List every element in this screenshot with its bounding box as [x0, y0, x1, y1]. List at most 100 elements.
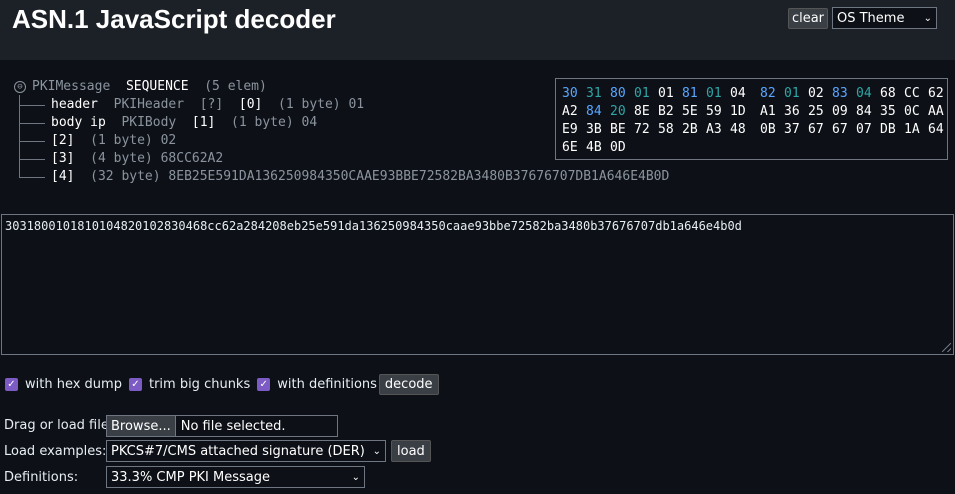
node-tag: [3]	[51, 151, 75, 166]
node-value: 68CC62A2	[160, 151, 224, 166]
examples-select[interactable]: PKCS#7/CMS attached signature (DER) ⌄	[106, 440, 386, 462]
hex-byte: 67	[832, 122, 848, 137]
hex-byte: 84	[586, 104, 602, 119]
hex-dump-checkbox[interactable]: ✓	[5, 377, 18, 391]
hex-byte: CC	[904, 86, 920, 101]
hex-byte: 58	[658, 122, 674, 137]
hex-byte: 68	[880, 86, 896, 101]
hex-byte: 72	[634, 122, 650, 137]
node-name: header	[51, 97, 98, 112]
node-tag: [4]	[51, 169, 75, 184]
hex-byte: 01	[784, 86, 800, 101]
hex-byte: 8E	[634, 104, 650, 119]
hex-byte: 67	[808, 122, 824, 137]
hex-byte: A1	[760, 104, 776, 119]
chevron-down-icon: ⌄	[923, 12, 932, 24]
node-name: body ip	[51, 115, 106, 130]
definitions-checkbox[interactable]: ✓	[257, 377, 271, 391]
hex-byte: 6E	[562, 140, 578, 155]
hex-byte: 04	[856, 86, 872, 101]
hex-byte: 1A	[904, 122, 920, 137]
node-info: (4 byte)	[90, 151, 153, 166]
hex-byte: 01	[658, 86, 674, 101]
node-type: PKIBody	[121, 115, 177, 130]
hex-byte: 04	[730, 86, 746, 101]
definitions-select[interactable]: 33.3% CMP PKI Message ⌄	[106, 466, 365, 488]
hex-byte: 0D	[610, 140, 626, 155]
decode-button[interactable]: decode	[378, 373, 439, 395]
hex-byte: 09	[832, 104, 848, 119]
hex-byte: 80	[610, 86, 626, 101]
node-extra: [?]	[199, 97, 224, 112]
hex-byte: BE	[610, 122, 626, 137]
file-status: No file selected.	[180, 418, 286, 434]
hex-row: A2 84 20 8E B2 5E 59 1D A1 36 25 09 84 35 0C AA	[562, 103, 947, 121]
node-value: 02	[160, 133, 177, 148]
trim-chunks-label: trim big chunks	[148, 376, 251, 392]
hex-byte: 4B	[586, 140, 602, 155]
definitions-label: Definitions:	[4, 470, 79, 485]
hex-byte: 5E	[682, 104, 698, 119]
hex-byte: 83	[832, 86, 848, 101]
hex-dump-panel: 30 31 80 01 01 81 01 04 82 01 02 83 04 68 CC 62 A2 84 20 8E…	[555, 78, 948, 160]
hex-byte: 20	[610, 104, 626, 119]
hex-byte: 01	[634, 86, 650, 101]
file-label: Drag or load file:	[4, 418, 114, 433]
hex-byte: A3	[706, 122, 722, 137]
node-value: 01	[348, 97, 365, 112]
hex-byte: 3B	[586, 122, 602, 137]
hex-byte: 62	[928, 86, 944, 101]
hex-byte: 0C	[904, 104, 920, 119]
examples-select-value: PKCS#7/CMS attached signature (DER)	[111, 443, 365, 459]
hex-dump-label: with hex dump	[25, 376, 122, 392]
definitions-select-value: 33.3% CMP PKI Message	[111, 469, 271, 485]
tree-node-4[interactable]: [4] (32 byte) 8EB25E591DA136250984350CAA…	[14, 168, 669, 186]
collapse-icon[interactable]: ⊖	[14, 80, 26, 93]
trim-chunks-checkbox[interactable]: ✓	[128, 377, 142, 391]
input-value: 3031800101810104820102830468cc62a284208e…	[5, 219, 742, 233]
node-info: (1 byte)	[278, 97, 341, 112]
hex-row: 6E 4B 0D	[562, 139, 947, 157]
file-input[interactable]: Browse... No file selected.	[106, 415, 338, 437]
chevron-down-icon: ⌄	[351, 471, 360, 483]
hex-byte: 02	[808, 86, 824, 101]
header-bar: ASN.1 JavaScript decoder clear OS Theme …	[0, 0, 955, 60]
browse-button[interactable]: Browse...	[107, 416, 176, 436]
hex-byte: 64	[928, 122, 944, 137]
asn1-input-textarea[interactable]: 3031800101810104820102830468cc62a284208e…	[1, 214, 954, 355]
node-type: PKIHeader	[113, 97, 185, 112]
hex-byte: 81	[682, 86, 698, 101]
node-value: 8EB25E591DA136250984350CAAE93BBE72582BA3…	[168, 169, 670, 184]
node-info: (1 byte)	[90, 133, 153, 148]
theme-select-value: OS Theme	[837, 10, 905, 26]
hex-byte: 35	[880, 104, 896, 119]
hex-byte: 25	[808, 104, 824, 119]
hex-byte: 0B	[760, 122, 776, 137]
hex-byte: DB	[880, 122, 896, 137]
chevron-down-icon: ⌄	[372, 445, 381, 457]
node-info: (1 byte)	[231, 115, 294, 130]
hex-byte: 1D	[730, 104, 746, 119]
node-value: 04	[301, 115, 318, 130]
hex-byte: 84	[856, 104, 872, 119]
theme-select[interactable]: OS Theme ⌄	[832, 7, 937, 29]
node-info: (32 byte)	[90, 169, 161, 184]
hex-row: 30 31 80 01 01 81 01 04 82 01 02 83 04 68 CC 62	[562, 85, 947, 103]
hex-byte: 36	[784, 104, 800, 119]
hex-byte: 30	[562, 86, 578, 101]
hex-byte: 59	[706, 104, 722, 119]
hex-byte: 82	[760, 86, 776, 101]
hex-byte: 31	[586, 86, 602, 101]
hex-byte: AA	[928, 104, 944, 119]
definitions-checkbox-label: with definitions	[277, 376, 377, 392]
clear-button[interactable]: clear	[788, 8, 828, 29]
node-name: PKIMessage	[32, 79, 111, 94]
hex-row: E9 3B BE 72 58 2B A3 48 0B 37 67 67 07 DB 1A 64	[562, 121, 947, 139]
load-button[interactable]: load	[391, 440, 431, 462]
page-title: ASN.1 JavaScript decoder	[12, 4, 336, 34]
hex-byte: A2	[562, 104, 578, 119]
hex-byte: 37	[784, 122, 800, 137]
resize-grip-icon[interactable]	[942, 343, 951, 352]
options-row: ✓ with hex dump ✓ trim big chunks ✓ with…	[5, 373, 439, 395]
node-tag: [1]	[191, 115, 216, 130]
